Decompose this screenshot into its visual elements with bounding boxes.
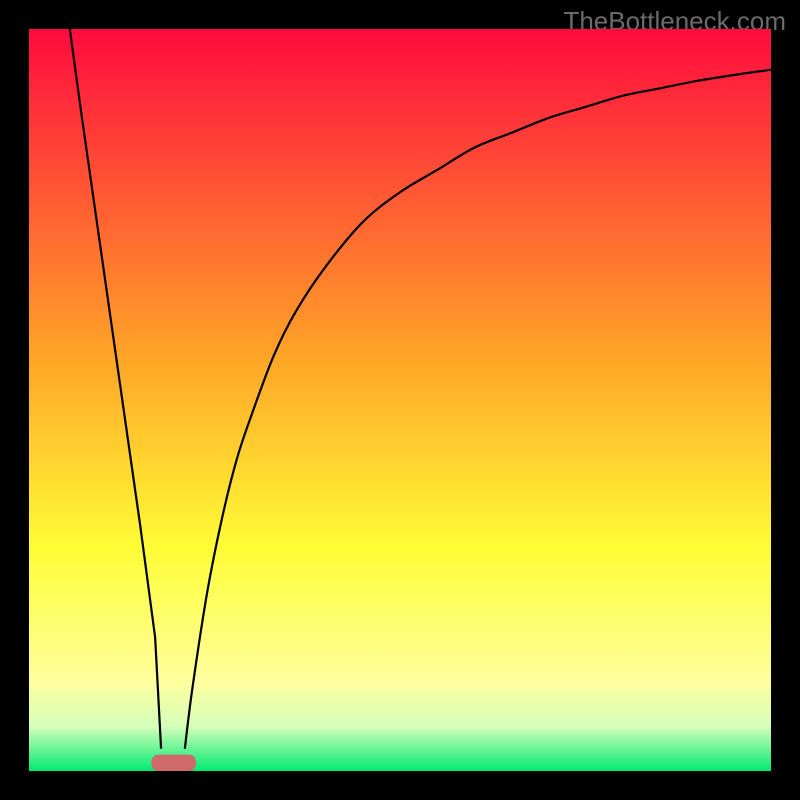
- minimum-marker: [151, 755, 196, 771]
- bottleneck-chart: [29, 29, 771, 771]
- gradient-background: [29, 29, 771, 771]
- chart-frame: TheBottleneck.com: [0, 0, 800, 800]
